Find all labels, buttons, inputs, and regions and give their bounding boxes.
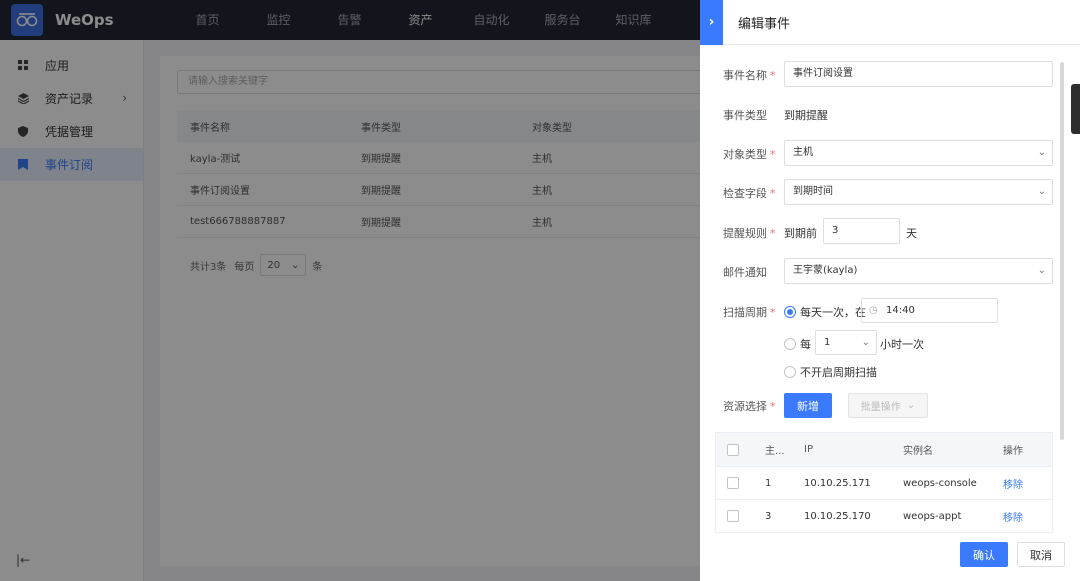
row-checkbox[interactable] (727, 477, 739, 489)
column-header: 操作 (1003, 446, 1023, 457)
drawer-title: 编辑事件 (738, 16, 791, 32)
column-header: 主... (765, 446, 785, 457)
chevron-down-icon: ⌄ (861, 337, 870, 348)
resource-table: 主... IP 实例名 操作 1 10.10.25.171 weops-cons… (715, 432, 1053, 533)
table-cell: 3 (765, 510, 772, 522)
chevron-down-icon: ⌄ (906, 400, 916, 411)
scan-daily-radio[interactable]: 每天一次，在 (784, 304, 866, 320)
scan-hourly-suffix: 小时一次 (880, 338, 924, 351)
scan-disabled-radio[interactable]: 不开启周期扫描 (784, 364, 877, 380)
add-resource-button[interactable]: 新增 (784, 393, 832, 418)
radio-selected-icon (784, 306, 796, 318)
cancel-button[interactable]: 取消 (1017, 542, 1065, 567)
reminder-rule-label: 提醒规则 * (723, 227, 776, 240)
rule-prefix: 到期前 (784, 227, 817, 240)
days-before-input[interactable]: 3 (823, 218, 900, 244)
table-cell: weops-console (903, 477, 977, 489)
object-type-label: 对象类型 * (723, 148, 776, 161)
scan-period-label: 扫描周期 * (723, 306, 776, 319)
radio-unselected-icon (784, 338, 796, 350)
table-header: 主... IP 实例名 操作 (716, 433, 1052, 466)
check-field-label: 检查字段 * (723, 187, 776, 200)
table-cell: weops-appt (903, 510, 962, 522)
event-type-value: 到期提醒 (784, 109, 828, 122)
chevron-down-icon: ⌄ (1037, 147, 1046, 158)
edit-event-drawer: › 编辑事件 事件名称 * 事件订阅设置 事件类型 到期提醒 对象类型 * 主机 ⌄ … (700, 0, 1080, 581)
floating-widget-handle[interactable] (1071, 84, 1080, 134)
email-notify-label: 邮件通知 (723, 266, 767, 279)
select-all-checkbox[interactable] (727, 443, 739, 456)
table-row: 3 10.10.25.170 weops-appt 移除 (716, 499, 1052, 532)
rule-unit: 天 (906, 227, 917, 240)
scan-hourly-radio[interactable]: 每 (784, 336, 811, 352)
clock-icon: ◷ (869, 305, 878, 316)
column-header: 实例名 (903, 446, 933, 457)
resource-select-label: 资源选择 * (723, 400, 776, 413)
drawer-close-chevron-icon[interactable]: › (700, 0, 723, 45)
check-field-select[interactable]: 到期时间 ⌄ (784, 179, 1053, 205)
event-name-label: 事件名称 * (723, 69, 776, 82)
drawer-header: › 编辑事件 (700, 0, 1080, 45)
batch-operation-button[interactable]: 批量操作 ⌄ (848, 393, 928, 418)
remove-link[interactable]: 移除 (989, 509, 1052, 524)
event-type-label: 事件类型 (723, 109, 767, 122)
modal-overlay[interactable] (0, 0, 700, 581)
row-checkbox[interactable] (727, 510, 739, 522)
table-cell: 10.10.25.170 (804, 510, 871, 522)
scan-hours-select[interactable]: 1 ⌄ (815, 330, 877, 355)
column-header: IP (804, 444, 813, 455)
table-cell: 10.10.25.171 (804, 477, 871, 489)
remove-link[interactable]: 移除 (989, 476, 1052, 491)
radio-unselected-icon (784, 366, 796, 378)
event-name-input[interactable]: 事件订阅设置 (784, 61, 1053, 87)
chevron-down-icon: ⌄ (1037, 186, 1046, 197)
chevron-down-icon: ⌄ (1037, 265, 1046, 276)
table-row: 1 10.10.25.171 weops-console 移除 (716, 466, 1052, 499)
drawer-scrollbar[interactable] (1060, 62, 1064, 440)
table-cell: 1 (765, 477, 772, 489)
confirm-button[interactable]: 确认 (960, 542, 1008, 567)
object-type-select[interactable]: 主机 ⌄ (784, 140, 1053, 166)
scan-time-picker[interactable]: ◷ 14:40 (861, 298, 998, 323)
email-notify-select[interactable]: 王宇蒙(kayla) ⌄ (784, 258, 1053, 284)
